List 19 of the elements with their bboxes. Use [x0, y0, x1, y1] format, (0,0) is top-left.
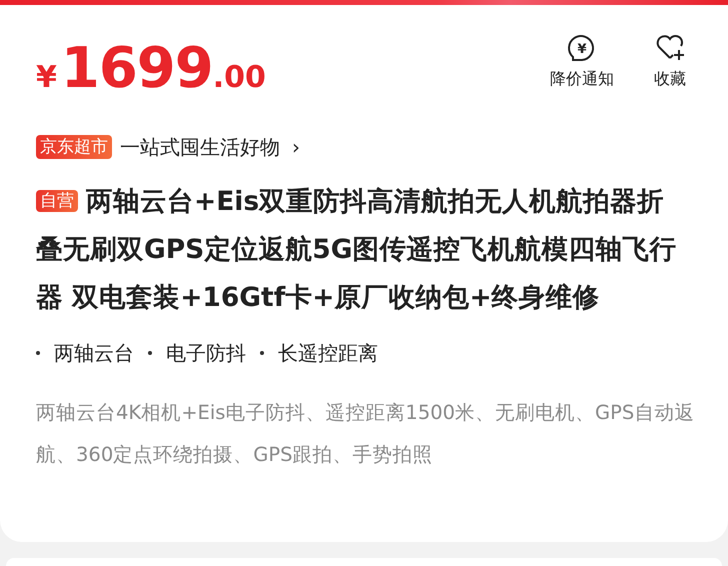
price-tag-icon: ¥ [567, 33, 597, 63]
price-integer: 1699 [60, 41, 213, 97]
bullet-icon [260, 351, 264, 355]
currency-sign: ¥ [36, 59, 57, 97]
feature-label: 两轴云台 [54, 340, 134, 367]
self-operated-badge: 自营 [36, 190, 78, 212]
product-description: 两轴云台4K相机+Eis电子防抖、遥控距离1500米、无刷电机、GPS自动返航、360定点环绕拍摄、GPS跟拍、手势拍照 [36, 400, 696, 468]
feature-label: 电子防抖 [166, 340, 246, 367]
favorite-button[interactable]: 收藏 [654, 33, 686, 91]
chevron-icon[interactable]: › [292, 132, 300, 162]
store-slogan: 一站式囤生活好物 [120, 134, 280, 161]
product-title: $^{自营}$ 两轴云台+Eis双重防抖高清航拍无人机航拍器折叠无刷双GPS定位返航5G图传遥控飞机航模四轴飞行器 双电套装+16Gtf卡+原厂收纳包+终身维修 [36, 185, 678, 315]
heart-plus-icon [654, 33, 686, 63]
store-tag: 京东超市 [36, 134, 112, 160]
bullet-icon [36, 351, 40, 355]
bullet-icon [148, 351, 152, 355]
feature-label: 长遥控距离 [278, 340, 378, 367]
price-decimal: .00 [212, 59, 266, 97]
price-alert-button[interactable]: ¥ 降价通知 [550, 33, 614, 91]
